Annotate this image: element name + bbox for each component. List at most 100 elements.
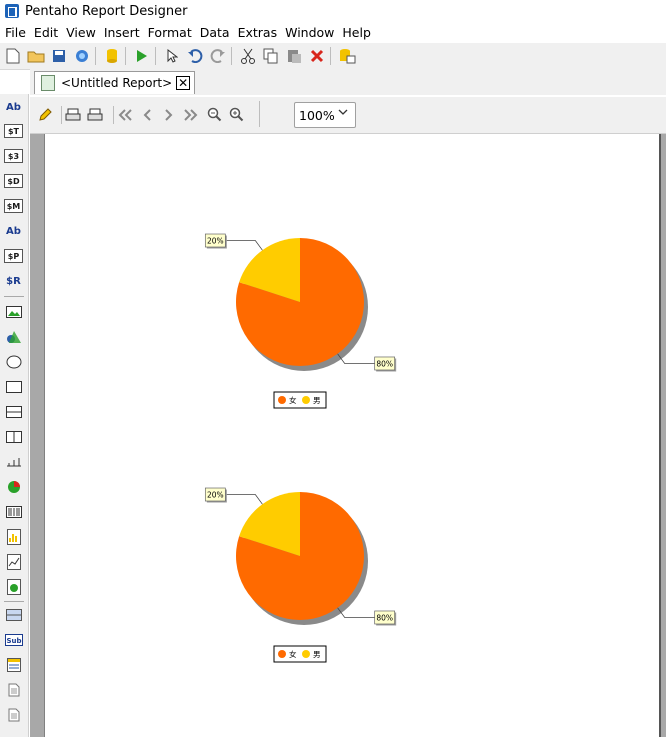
- toolbar-separator: [330, 47, 331, 65]
- menu-extras[interactable]: Extras: [234, 25, 282, 40]
- open-folder-icon[interactable]: [26, 46, 46, 66]
- report-document-icon: [41, 75, 55, 91]
- element-palette: Ab $T $3 $D $M Ab $P $R Sub: [0, 94, 29, 737]
- paste-icon[interactable]: [284, 46, 304, 66]
- designer-toolbar: 100%: [30, 97, 666, 134]
- bar-sparkline-tool-icon[interactable]: [4, 528, 23, 546]
- date-field-tool-icon[interactable]: $D: [4, 172, 23, 190]
- legend-label: 女: [289, 395, 297, 405]
- subreport-tool-icon[interactable]: Sub: [4, 631, 23, 649]
- zoom-value: 100%: [299, 107, 335, 123]
- print-icon[interactable]: [86, 106, 104, 124]
- zoom-in-icon[interactable]: [228, 106, 246, 124]
- report-tab-row: <Untitled Report> ✕: [30, 69, 666, 95]
- leader-line: [225, 240, 263, 251]
- data-label: 20%: [207, 491, 224, 500]
- previous-page-icon[interactable]: [138, 106, 156, 124]
- delete-icon[interactable]: [307, 46, 327, 66]
- toolbar-separator: [61, 106, 62, 124]
- report-datasource-icon[interactable]: [337, 46, 357, 66]
- charts-layer: 80%20%女 男80%20%女男: [204, 233, 397, 663]
- toolbar-separator: [155, 47, 156, 65]
- menu-data[interactable]: Data: [196, 25, 234, 40]
- new-file-icon[interactable]: [3, 46, 23, 66]
- report-tab-label: <Untitled Report>: [61, 76, 173, 90]
- text-field-tool-icon[interactable]: $T: [4, 122, 23, 140]
- data-label: 80%: [376, 359, 393, 368]
- close-tab-icon[interactable]: ✕: [176, 76, 191, 90]
- menu-view[interactable]: View: [62, 25, 100, 40]
- pie-chart-1: 80% 20% 女 男: [204, 233, 397, 409]
- toolbar-separator: [113, 106, 114, 124]
- rectangle-tool-icon[interactable]: [4, 378, 23, 396]
- band-tool-icon[interactable]: [4, 606, 23, 624]
- legend-label: 男: [313, 396, 321, 405]
- ellipse-tool-icon[interactable]: [4, 353, 23, 371]
- palette-separator: [4, 296, 24, 297]
- data-label: 80%: [376, 613, 393, 622]
- page-setup-icon[interactable]: [64, 106, 82, 124]
- pie-sparkline-tool-icon[interactable]: [4, 578, 23, 596]
- chevron-down-icon: [338, 108, 348, 119]
- legend-marker-女: [278, 650, 286, 658]
- legend-marker-女: [278, 396, 286, 404]
- redo-icon[interactable]: [208, 46, 228, 66]
- index-tool-icon[interactable]: [4, 681, 23, 699]
- image-tool-icon[interactable]: [4, 328, 23, 346]
- number-field-tool-icon[interactable]: $3: [4, 147, 23, 165]
- title-bar: Pentaho Report Designer: [0, 0, 666, 22]
- resource-field-tool-icon[interactable]: $P: [4, 247, 23, 265]
- toolbar-separator: [231, 47, 232, 65]
- menu-format[interactable]: Format: [144, 25, 196, 40]
- document-tool-icon[interactable]: [4, 706, 23, 724]
- legend-label: 男: [313, 650, 321, 659]
- save-icon[interactable]: [49, 46, 69, 66]
- vertical-line-tool-icon[interactable]: [4, 428, 23, 446]
- report-tab[interactable]: <Untitled Report> ✕: [34, 71, 196, 94]
- message-field-tool-icon[interactable]: $M: [4, 197, 23, 215]
- zoom-select[interactable]: 100%: [294, 102, 356, 128]
- resource-label-tool-icon[interactable]: Ab: [4, 222, 23, 240]
- toolbar-separator: [259, 101, 260, 127]
- menu-window[interactable]: Window: [281, 25, 338, 40]
- horizontal-line-tool-icon[interactable]: [4, 403, 23, 421]
- svg-text:Sub: Sub: [6, 637, 21, 645]
- survey-scale-tool-icon[interactable]: [4, 453, 23, 471]
- text-field-glyph: $T: [4, 124, 23, 138]
- cut-icon[interactable]: [238, 46, 258, 66]
- legend-label: 女: [289, 649, 297, 659]
- chart-tool-icon[interactable]: [4, 478, 23, 496]
- publish-icon[interactable]: [72, 46, 92, 66]
- leader-line: [225, 494, 263, 505]
- label-tool-icon[interactable]: Ab: [4, 98, 23, 116]
- menu-edit[interactable]: Edit: [30, 25, 62, 40]
- message-field-glyph: $M: [4, 199, 23, 213]
- image-field-tool-icon[interactable]: [4, 303, 23, 321]
- last-page-icon[interactable]: [182, 106, 200, 124]
- select-pointer-icon[interactable]: [162, 46, 182, 66]
- menu-help[interactable]: Help: [338, 25, 375, 40]
- report-canvas: 80% 20% 女男 80% 20% 女男: [30, 134, 666, 737]
- resource-message-tool-icon[interactable]: $R: [4, 272, 23, 290]
- table-of-contents-tool-icon[interactable]: [4, 656, 23, 674]
- menu-insert[interactable]: Insert: [100, 25, 144, 40]
- line-sparkline-tool-icon[interactable]: [4, 553, 23, 571]
- undo-icon[interactable]: [185, 46, 205, 66]
- number-field-glyph: $3: [4, 149, 23, 163]
- first-page-icon[interactable]: [116, 106, 134, 124]
- toolbar-separator: [95, 47, 96, 65]
- date-field-glyph: $D: [4, 174, 23, 188]
- copy-icon[interactable]: [261, 46, 281, 66]
- pie-chart-2: 80% 20% 女 男: [204, 487, 397, 663]
- palette-separator: [4, 601, 24, 602]
- app-icon: [5, 4, 19, 18]
- run-icon[interactable]: [132, 46, 152, 66]
- report-page[interactable]: 80% 20% 女男 80% 20% 女男: [44, 134, 661, 737]
- menu-file[interactable]: File: [1, 25, 30, 40]
- next-page-icon[interactable]: [160, 106, 178, 124]
- barcode-tool-icon[interactable]: [4, 503, 23, 521]
- edit-pencil-icon[interactable]: [36, 106, 54, 124]
- main-toolbar: [0, 43, 666, 70]
- zoom-out-icon[interactable]: [206, 106, 224, 124]
- datasource-icon[interactable]: [102, 46, 122, 66]
